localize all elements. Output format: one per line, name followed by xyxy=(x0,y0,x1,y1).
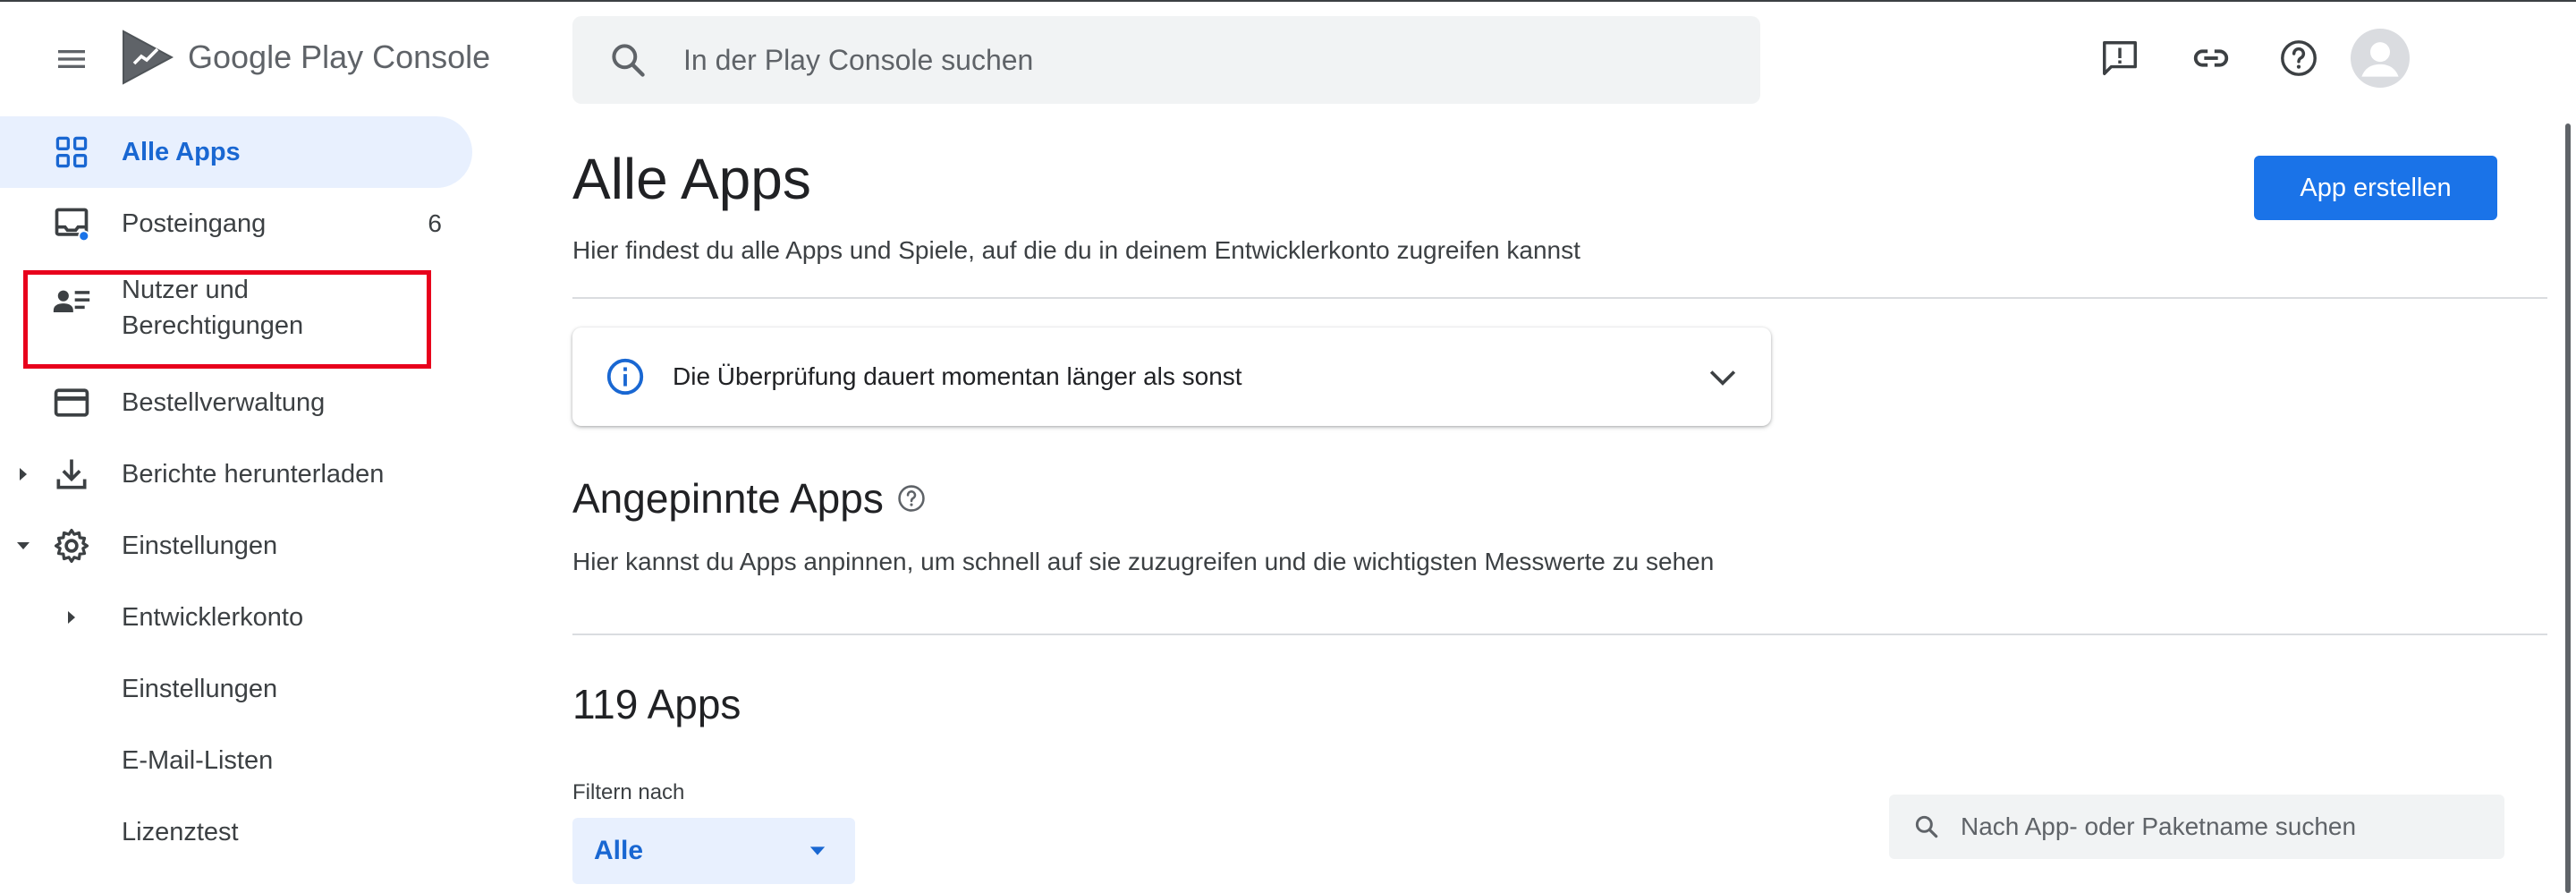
review-notice-text: Die Überprüfung dauert momentan länger a… xyxy=(673,362,1242,390)
sidebar-item-email-lists[interactable]: E-Mail-Listen xyxy=(0,725,472,796)
page-scrollbar[interactable] xyxy=(2565,123,2571,893)
filter-selected-value: Alle xyxy=(594,836,644,865)
sidebar-item-label: Einstellungen xyxy=(122,532,278,560)
sidebar-item-order-management[interactable]: Bestellverwaltung xyxy=(0,367,472,438)
link-button[interactable] xyxy=(2180,27,2242,89)
chevron-down-icon[interactable] xyxy=(1703,357,1742,396)
global-search[interactable] xyxy=(572,16,1760,104)
gear-icon xyxy=(54,528,89,564)
search-icon xyxy=(1915,815,1938,838)
sidebar-item-label: Einstellungen xyxy=(122,675,278,703)
info-icon xyxy=(606,358,644,395)
pinned-apps-subtitle: Hier kannst du Apps anpinnen, um schnell… xyxy=(572,548,1715,575)
play-console-page: Google Play Console In der Play Console … xyxy=(0,0,2576,893)
search-icon xyxy=(612,44,645,77)
inbox-icon xyxy=(55,208,90,242)
filter-label: Filtern nach xyxy=(572,780,685,804)
help-icon xyxy=(2281,40,2317,76)
filter-dropdown[interactable]: Alle xyxy=(572,818,855,884)
sidebar-item-label-line2: Berechtigungen xyxy=(122,311,304,340)
feedback-icon xyxy=(2103,41,2137,75)
users-permissions-icon xyxy=(53,290,90,312)
main-content: Alle Apps Hier findest du alle Apps und … xyxy=(572,115,2553,893)
sidebar-item-label-line1: Nutzer und xyxy=(122,276,249,304)
sidebar-item-label: E-Mail-Listen xyxy=(122,746,274,775)
sidebar-item-download-reports[interactable]: Berichte herunterladen xyxy=(0,438,472,510)
account-avatar[interactable] xyxy=(2351,29,2410,88)
section-divider xyxy=(572,634,2547,635)
side-navigation: Alle Apps Posteingang 6 Nutzer und Berec… xyxy=(0,115,483,893)
sidebar-item-label: Bestellverwaltung xyxy=(122,388,326,417)
sidebar-item-label: Posteingang xyxy=(122,209,267,238)
app-search[interactable] xyxy=(1889,795,2504,859)
apps-count-title: 119 Apps xyxy=(572,681,741,727)
review-notice-card[interactable]: Die Überprüfung dauert momentan länger a… xyxy=(572,327,1771,426)
sidebar-item-developer-account[interactable]: Entwicklerkonto xyxy=(0,582,472,653)
sidebar-item-users-permissions[interactable]: Nutzer und Berechtigungen xyxy=(0,272,472,349)
expand-arrow-icon[interactable] xyxy=(61,607,82,628)
collapse-arrow-icon[interactable] xyxy=(13,535,34,557)
top-app-bar: Google Play Console xyxy=(0,2,2576,115)
sidebar-item-all-apps[interactable]: Alle Apps xyxy=(0,116,472,188)
play-console-logo-icon xyxy=(123,30,174,85)
create-app-button[interactable]: App erstellen xyxy=(2254,156,2497,220)
dropdown-arrow-icon xyxy=(809,846,826,855)
feedback-button[interactable] xyxy=(2089,27,2151,89)
play-console-logo[interactable]: Google Play Console xyxy=(122,29,490,86)
download-icon xyxy=(56,459,87,489)
page-subtitle: Hier findest du alle Apps und Spiele, au… xyxy=(572,236,1580,264)
page-title: Alle Apps xyxy=(572,147,811,211)
help-circle-icon[interactable] xyxy=(896,483,927,514)
product-name: Google Play Console xyxy=(188,38,491,75)
sidebar-item-license-testing[interactable]: Lizenztest xyxy=(0,796,472,868)
help-button[interactable] xyxy=(2267,27,2330,89)
sidebar-item-settings-sub[interactable]: Einstellungen xyxy=(0,653,472,725)
inbox-count-badge: 6 xyxy=(428,209,442,237)
apps-grid-icon xyxy=(55,136,88,168)
sidebar-item-inbox[interactable]: Posteingang 6 xyxy=(0,188,472,259)
section-divider xyxy=(572,297,2547,299)
credit-card-icon xyxy=(54,388,89,417)
sidebar-item-label: Berichte herunterladen xyxy=(122,460,385,489)
sidebar-item-label: Lizenztest xyxy=(122,818,239,846)
expand-arrow-icon[interactable] xyxy=(13,464,34,485)
menu-button[interactable] xyxy=(48,36,95,82)
sidebar-item-settings[interactable]: Einstellungen xyxy=(0,510,472,582)
sidebar-item-label: Entwicklerkonto xyxy=(122,603,304,632)
sidebar-item-label: Alle Apps xyxy=(122,138,241,166)
hamburger-menu-icon xyxy=(58,50,85,68)
link-icon xyxy=(2193,49,2229,67)
global-search-input[interactable] xyxy=(682,42,1665,78)
pinned-apps-title-text: Angepinnte Apps xyxy=(572,475,884,522)
pinned-apps-title: Angepinnte Apps xyxy=(572,474,927,523)
app-search-input[interactable] xyxy=(1959,812,2478,842)
avatar-icon xyxy=(2351,29,2410,88)
